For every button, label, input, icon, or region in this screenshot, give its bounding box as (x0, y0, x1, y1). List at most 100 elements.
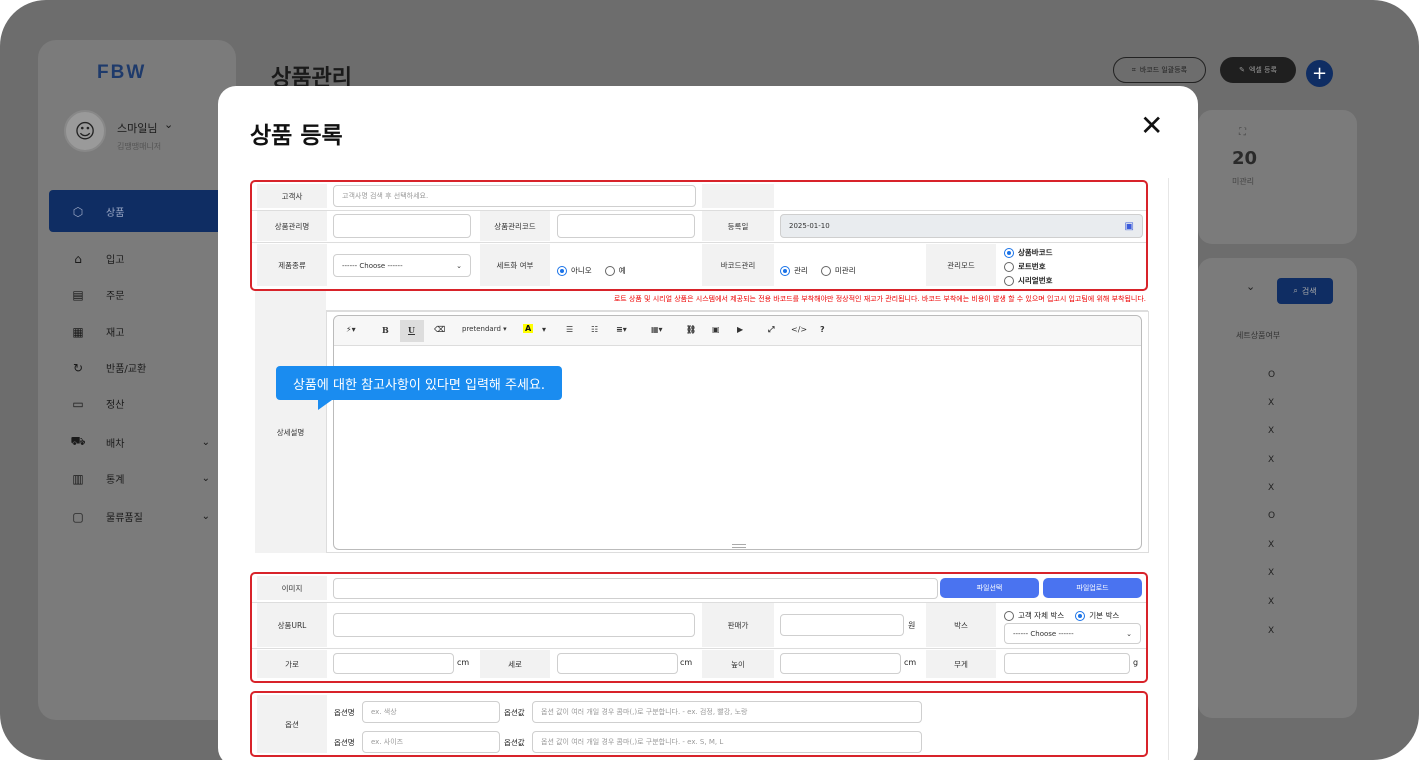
radio-label: 고객 자체 박스 (1018, 611, 1065, 620)
box-default-radio[interactable] (1075, 610, 1086, 621)
weight-input[interactable] (1004, 653, 1130, 674)
chevron-down-icon[interactable]: ⌄ (202, 473, 210, 484)
option-name-label: 옵션명 (334, 708, 355, 717)
help-icon[interactable]: ? (820, 325, 825, 334)
chevron-down-icon[interactable]: ⌄ (1246, 280, 1255, 293)
fullscreen-icon[interactable]: ⤢ (768, 325, 774, 335)
product-name-label: 상품관리명 (257, 211, 327, 241)
magic-icon[interactable]: ⚡▾ (346, 325, 356, 334)
sidebar-item-label: 배차 (106, 438, 125, 450)
underline-icon[interactable]: U (408, 325, 415, 335)
category-label: 제품종류 (257, 244, 327, 286)
chevron-down-icon[interactable]: ⌄ (164, 118, 173, 131)
chevron-down-icon: ⌄ (456, 261, 462, 270)
option-name-input-1[interactable]: ex. 색상 (362, 701, 500, 723)
customer-label: 고객사 (257, 184, 327, 208)
chevron-down-icon[interactable]: ⌄ (202, 437, 210, 448)
search-icon: ⌕ (1293, 286, 1298, 295)
image-icon[interactable]: ▣ (712, 325, 720, 334)
column-header-set: 세트상품여부 (1236, 331, 1281, 340)
font-name: pretendard (462, 325, 501, 333)
search-button[interactable]: ⌕ 검색 (1277, 278, 1333, 304)
link-icon[interactable]: ⛓ (686, 325, 696, 334)
price-input[interactable] (780, 614, 904, 636)
radio-label: 관리 (794, 266, 808, 275)
sidebar-item-order[interactable]: ▤ 주문 (70, 287, 210, 303)
divider (252, 210, 1146, 211)
mode-barcode-radio[interactable] (1004, 247, 1014, 258)
sidebar-item-label: 물류품질 (106, 513, 143, 524)
rich-text-editor[interactable]: ⚡▾ B U ⌫ pretendard ▾ A ▾ ☰ ☷ ≡▾ ▦▾ ⛓ ▣ … (333, 315, 1142, 550)
table-icon[interactable]: ▦▾ (651, 325, 663, 334)
image-label: 이미지 (257, 576, 327, 600)
list-cell: X (1268, 483, 1275, 493)
eraser-icon[interactable]: ⌫ (434, 325, 445, 334)
code-icon[interactable]: </> (791, 325, 807, 334)
bold-icon[interactable]: B (382, 325, 389, 335)
option-name-input-2[interactable]: ex. 사이즈 (362, 731, 500, 753)
sidebar-item-dispatch[interactable]: ⛟ 배차 ⌄ (70, 434, 210, 450)
sidebar-item-product[interactable]: ⬡ 상품 (70, 204, 210, 220)
sidebar-item-stock[interactable]: ▦ 재고 (70, 324, 210, 340)
barcode-bulk-button[interactable]: ⌗ 바코드 일괄등록 (1113, 57, 1206, 83)
option-value-input-1[interactable]: 옵션 값이 여러 개일 경우 콤마(,)로 구분합니다. - ex. 검정, 빨… (532, 701, 922, 723)
set-no-radio[interactable] (557, 265, 567, 276)
height-unit: cm (904, 658, 917, 667)
width-input[interactable] (333, 653, 454, 674)
category-select[interactable]: ------ Choose ------ ⌄ (333, 254, 471, 277)
user-name[interactable]: 스마일님 (117, 120, 157, 136)
height-input[interactable] (780, 653, 901, 674)
image-file-input[interactable] (333, 578, 938, 599)
chat-icon: ▢ (72, 509, 84, 524)
chevron-down-icon[interactable]: ▾ (542, 325, 546, 334)
video-icon[interactable]: ▶ (737, 325, 743, 334)
align-icon[interactable]: ≡▾ (616, 325, 627, 334)
price-label: 판매가 (702, 603, 774, 647)
media-dims-section: 이미지 파일선택 파일업로드 상품URL 판매가 원 박스 고객 자체 박스 기… (250, 572, 1148, 683)
avatar[interactable]: ☺ (64, 110, 106, 152)
sidebar-item-stats[interactable]: ▥ 통계 ⌄ (70, 471, 210, 487)
sidebar-item-label: 재고 (106, 328, 125, 339)
resize-handle[interactable] (732, 544, 746, 548)
box-select-value: ------ Choose ------ (1013, 629, 1074, 638)
file-select-button[interactable]: 파일선택 (940, 578, 1039, 598)
option-value-label: 옵션값 (504, 738, 525, 747)
chevron-down-icon[interactable]: ⌄ (202, 511, 210, 522)
notice-label-cell (255, 291, 326, 311)
product-name-input[interactable] (333, 214, 471, 238)
numbered-list-icon[interactable]: ☷ (591, 325, 598, 334)
file-upload-button[interactable]: 파일업로드 (1043, 578, 1142, 598)
sidebar-item-settlement[interactable]: ▭ 정산 (70, 396, 210, 412)
barcode-unmanage-radio[interactable] (820, 265, 831, 276)
reg-date-label: 등록일 (702, 211, 774, 241)
mode-serial-radio[interactable] (1004, 275, 1014, 286)
sidebar-item-inbound[interactable]: ⌂ 입고 (70, 251, 210, 267)
radio-label: 아니오 (571, 266, 592, 275)
customer-search-input[interactable]: 고객사명 검색 후 선택하세요. (333, 185, 696, 207)
sidebar-item-return[interactable]: ↻ 반품/교환 (70, 360, 210, 376)
bullet-list-icon[interactable]: ☰ (566, 325, 573, 334)
calendar-icon[interactable]: ▣ (1125, 221, 1134, 232)
mode-lot-radio[interactable] (1004, 261, 1014, 272)
box-custom-radio[interactable] (1004, 610, 1014, 621)
product-code-input[interactable] (557, 214, 695, 238)
barcode-manage-radio[interactable] (780, 265, 790, 276)
option-value-input-2[interactable]: 옵션 값이 여러 개일 경우 콤마(,)로 구분합니다. - ex. S, M,… (532, 731, 922, 753)
sidebar-item-quality[interactable]: ▢ 물류품질 ⌄ (70, 509, 210, 525)
excel-upload-button[interactable]: ✎ 엑셀 등록 (1220, 57, 1296, 83)
list-cell: O (1268, 511, 1276, 521)
url-input[interactable] (333, 613, 695, 637)
set-yes-radio[interactable] (604, 265, 615, 276)
font-select[interactable]: pretendard ▾ (462, 325, 507, 333)
option-label: 옵션 (257, 695, 327, 753)
add-button[interactable]: + (1306, 60, 1333, 87)
stat-card (1198, 110, 1357, 244)
grid-icon: ▦ (72, 324, 84, 339)
sidebar-item-label: 주문 (106, 291, 125, 302)
reg-date-input[interactable]: 2025-01-10 ▣ (780, 214, 1143, 238)
close-icon[interactable]: ✕ (1140, 112, 1163, 140)
box-select[interactable]: ------ Choose ------ ⌄ (1004, 623, 1141, 644)
depth-input[interactable] (557, 653, 678, 674)
highlight-icon[interactable]: A (523, 324, 534, 333)
button-label: 바코드 일괄등록 (1139, 66, 1188, 74)
